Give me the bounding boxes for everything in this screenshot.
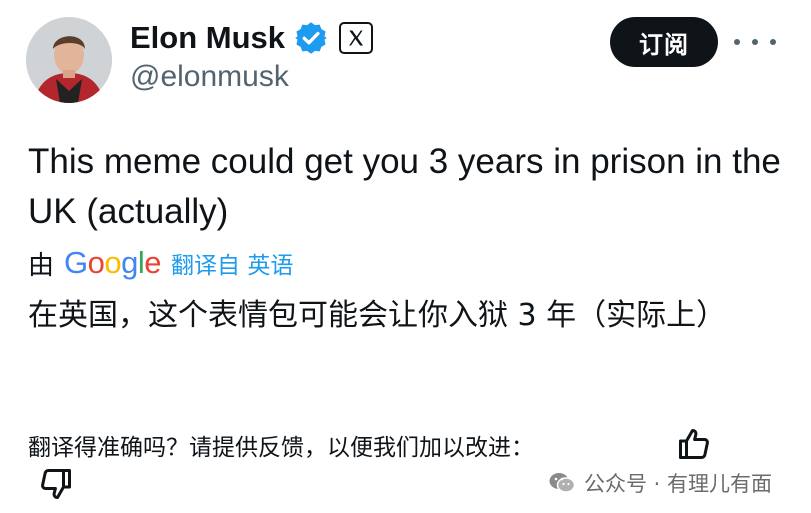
thumbs-down-icon[interactable] bbox=[38, 466, 74, 502]
watermark-text: 公众号 · 有理儿有面 bbox=[584, 472, 773, 496]
dot bbox=[770, 39, 776, 45]
google-logo-letter: o bbox=[87, 245, 105, 280]
translated-from-link[interactable]: 翻译自 英语 bbox=[171, 246, 293, 280]
translation-feedback-prompt: 翻译得准确吗？请提供反馈，以便我们加以改进： bbox=[28, 435, 534, 461]
avatar[interactable] bbox=[26, 17, 112, 103]
watermark: 公众号 · 有理儿有面 bbox=[548, 468, 772, 498]
author-row: Elon Musk bbox=[130, 16, 374, 60]
dot bbox=[734, 39, 740, 45]
author-handle[interactable]: @elonmusk bbox=[130, 60, 289, 94]
translated-text: 在英国，这个表情包可能会让你入狱 3 年（实际上） bbox=[28, 298, 727, 333]
tweet-text: This meme could get you 3 years in priso… bbox=[28, 142, 781, 231]
subscribe-button[interactable]: 订阅 bbox=[610, 17, 718, 67]
google-logo-letter: g bbox=[121, 245, 138, 280]
google-logo-letter: o bbox=[104, 245, 122, 280]
translated-by-label: 由 bbox=[28, 250, 55, 281]
x-logo-icon[interactable] bbox=[339, 22, 374, 54]
avatar-image bbox=[26, 17, 112, 103]
translation-attribution: 由 Google 翻译自 英语 bbox=[28, 243, 293, 283]
google-logo-letter: e bbox=[144, 245, 162, 280]
wechat-icon bbox=[548, 471, 576, 495]
thumbs-up-icon[interactable] bbox=[676, 426, 712, 462]
google-logo: Google bbox=[64, 245, 162, 281]
more-dots-icon[interactable] bbox=[734, 30, 776, 54]
verified-badge-icon[interactable] bbox=[293, 20, 329, 56]
author-name[interactable]: Elon Musk bbox=[130, 20, 285, 56]
google-logo-letter: G bbox=[64, 245, 88, 280]
dot bbox=[752, 39, 758, 45]
